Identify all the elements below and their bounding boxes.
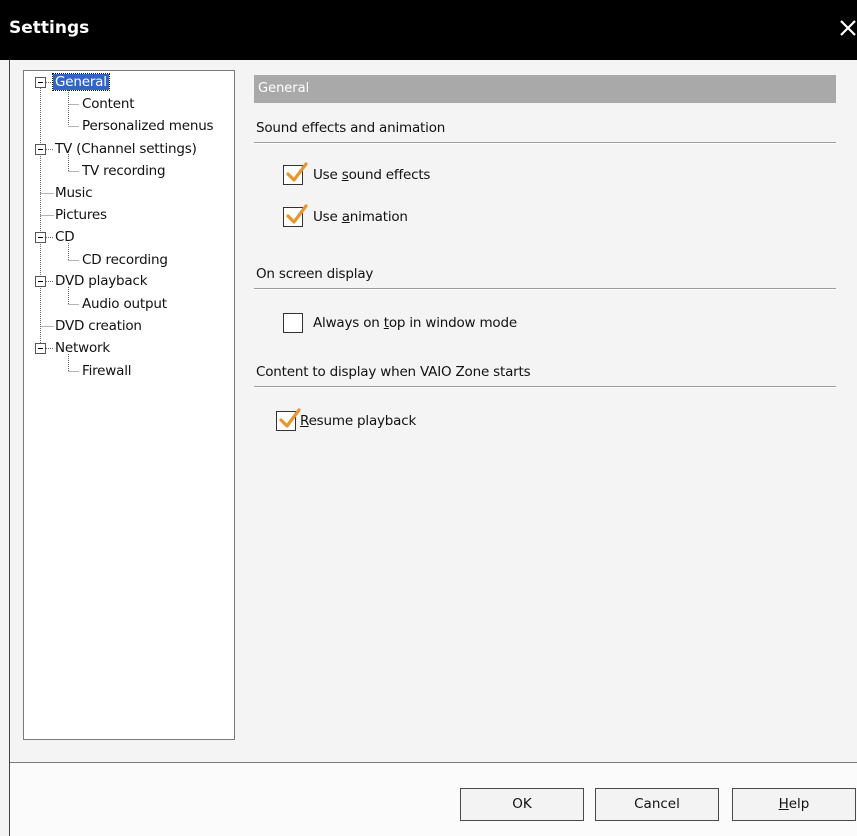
cancel-button[interactable]: Cancel [595,788,719,821]
tree-item-network[interactable]: Network [53,339,112,358]
expander-network[interactable] [35,343,46,354]
checkbox-label: Resume playback [300,413,417,429]
tree-item-audio-output[interactable]: Audio output [80,295,169,314]
group-label-osd: On screen display [256,266,374,282]
tree-item-cd[interactable]: CD [53,228,76,247]
checkbox-box[interactable] [283,313,303,333]
tree-item-cd-recording[interactable]: CD recording [80,251,170,270]
close-icon[interactable] [837,14,857,42]
window-title: Settings [9,18,90,38]
checkbox-label: Always on top in window mode [313,315,517,331]
checkmark-icon [286,204,308,224]
group-divider [254,288,836,290]
checkbox-label: Use sound effects [313,167,431,183]
expander-dvd-playback[interactable] [35,276,46,287]
tree-item-music[interactable]: Music [53,184,94,203]
group-label-sound: Sound effects and animation [256,120,446,136]
help-button[interactable]: Help [732,788,856,821]
title-bar[interactable]: Settings [0,0,857,60]
group-divider [254,142,836,144]
tree-item-pictures[interactable]: Pictures [53,206,109,225]
tree-item-firewall[interactable]: Firewall [80,362,133,381]
expander-general[interactable] [35,77,46,88]
checkmark-icon [286,162,308,182]
group-divider [254,386,836,388]
group-label-startup: Content to display when VAIO Zone starts [256,364,531,380]
panel-header: General [254,75,836,103]
tree-item-personalized-menus[interactable]: Personalized menus [80,117,215,136]
settings-tree[interactable]: General Content Personalized menus TV (C… [23,70,235,740]
resume-playback-checkbox[interactable]: Resume playback [276,408,436,435]
settings-window: Settings General Content Personalized me… [0,0,857,836]
tree-item-dvd-playback[interactable]: DVD playback [53,272,149,291]
checkbox-label: Use animation [313,209,408,225]
always-on-top-checkbox[interactable]: Always on top in window mode [283,313,533,337]
tree-item-general[interactable]: General [52,73,110,92]
button-bar [10,763,857,836]
tree-item-tv[interactable]: TV (Channel settings) [53,140,199,159]
button-bar-divider [10,762,857,763]
expander-tv[interactable] [35,144,46,155]
expander-cd[interactable] [35,232,46,243]
tree-item-dvd-creation[interactable]: DVD creation [53,317,144,336]
tree-item-tv-recording[interactable]: TV recording [80,162,167,181]
checkmark-icon [279,408,301,428]
tree-item-content[interactable]: Content [80,95,136,114]
use-sound-effects-checkbox[interactable]: Use sound effects [283,162,453,189]
use-animation-checkbox[interactable]: Use animation [283,204,433,231]
ok-button[interactable]: OK [460,788,584,821]
